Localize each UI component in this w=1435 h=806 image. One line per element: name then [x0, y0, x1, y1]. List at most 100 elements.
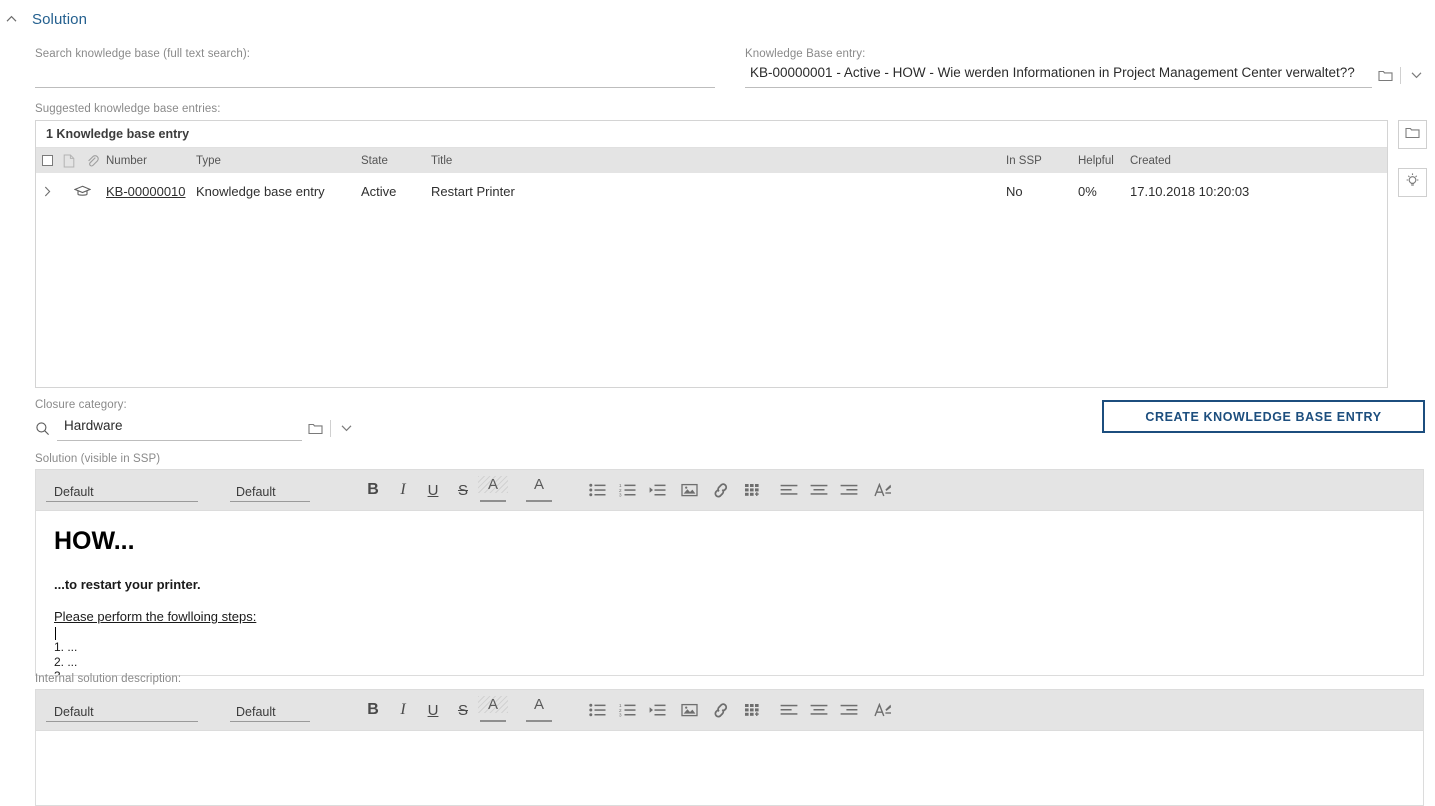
paperclip-icon — [79, 154, 106, 168]
search-knowledge-base-label: Search knowledge base (full text search)… — [35, 48, 251, 60]
strikethrough-button[interactable]: S — [448, 475, 478, 505]
column-header-in-ssp[interactable]: In SSP — [1006, 155, 1078, 167]
insert-link-button[interactable] — [706, 695, 736, 725]
text-cursor — [55, 627, 56, 640]
svg-text:3: 3 — [619, 493, 622, 497]
divider — [1400, 67, 1401, 84]
page-title: Solution — [32, 10, 88, 28]
column-header-type[interactable]: Type — [196, 155, 361, 167]
section-header: Solution — [0, 8, 87, 30]
solution-list-item: 3. ... — [54, 669, 78, 676]
folder-icon[interactable] — [1372, 62, 1398, 88]
indent-button[interactable] — [642, 695, 672, 725]
closure-category-label: Closure category: — [35, 399, 127, 411]
folder-icon[interactable] — [302, 415, 328, 441]
internal-description-toolbar: Default Default B I U S A A 1 2 3 — [35, 689, 1424, 730]
font-color-button[interactable]: A — [524, 475, 554, 505]
bold-button[interactable]: B — [358, 475, 388, 505]
select-all-checkbox[interactable] — [36, 155, 59, 166]
column-header-number[interactable]: Number — [106, 155, 196, 167]
clear-format-button[interactable] — [868, 695, 898, 725]
numbered-list-button[interactable]: 1 2 3 — [612, 695, 642, 725]
underline-button[interactable]: U — [418, 695, 448, 725]
table-header-row: Number Type State Title In SSP Helpful C… — [36, 148, 1387, 173]
clear-format-button[interactable] — [868, 475, 898, 505]
strikethrough-button[interactable]: S — [448, 695, 478, 725]
open-folder-button[interactable] — [1398, 120, 1427, 149]
solution-paragraph: ...to restart your printer. — [54, 577, 201, 592]
highlight-color-button[interactable]: A — [478, 475, 508, 505]
search-knowledge-base-input[interactable] — [35, 60, 715, 88]
internal-description-content[interactable] — [35, 730, 1424, 806]
insert-image-button[interactable] — [674, 695, 704, 725]
chevron-up-icon[interactable] — [0, 8, 22, 30]
cell-type: Knowledge base entry — [196, 183, 325, 199]
font-family-select[interactable]: Default — [46, 479, 198, 502]
bullet-list-button[interactable] — [582, 475, 612, 505]
folder-icon — [1405, 125, 1420, 144]
chevron-right-icon[interactable] — [36, 186, 59, 197]
suggestion-button[interactable] — [1398, 168, 1427, 197]
bullet-list-button[interactable] — [582, 695, 612, 725]
suggested-entries-table: 1 Knowledge base entry Number Type State… — [35, 120, 1388, 388]
solution-list-item: 1. ... — [54, 640, 78, 654]
solution-editor-label: Solution (visible in SSP) — [35, 453, 161, 465]
cell-state: Active — [361, 183, 397, 199]
create-knowledge-base-entry-button[interactable]: CREATE KNOWLEDGE BASE ENTRY — [1102, 400, 1425, 433]
align-center-button[interactable] — [804, 695, 834, 725]
divider — [330, 420, 331, 437]
graduation-cap-icon — [59, 185, 106, 198]
align-right-button[interactable] — [834, 695, 864, 725]
column-header-state[interactable]: State — [361, 155, 431, 167]
font-color-button[interactable]: A — [524, 695, 554, 725]
cell-title: Restart Printer — [431, 183, 515, 199]
svg-text:3: 3 — [619, 713, 622, 717]
knowledge-base-entry-input[interactable] — [745, 60, 1372, 88]
align-center-button[interactable] — [804, 475, 834, 505]
font-family-select[interactable]: Default — [46, 699, 198, 722]
bold-button[interactable]: B — [358, 695, 388, 725]
closure-category-input[interactable] — [57, 413, 302, 441]
italic-button[interactable]: I — [388, 475, 418, 505]
align-left-button[interactable] — [774, 475, 804, 505]
table-row[interactable]: KB-00000010 Knowledge base entry Active … — [36, 173, 1387, 209]
solution-panel: Solution Search knowledge base (full tex… — [0, 0, 1435, 806]
column-header-helpful[interactable]: Helpful — [1078, 155, 1130, 167]
column-header-title[interactable]: Title — [431, 155, 1006, 167]
solution-heading: HOW... — [54, 527, 135, 555]
solution-steps-intro: Please perform the fowlloing steps: — [54, 609, 257, 624]
insert-link-button[interactable] — [706, 475, 736, 505]
numbered-list-button[interactable]: 1 2 3 — [612, 475, 642, 505]
magnifier-icon — [35, 415, 57, 441]
chevron-down-icon[interactable] — [333, 415, 359, 441]
align-right-button[interactable] — [834, 475, 864, 505]
internal-description-editor: Default Default B I U S A A 1 2 3 — [35, 689, 1424, 806]
knowledge-base-entry-group: Knowledge Base entry: — [745, 48, 1435, 88]
italic-button[interactable]: I — [388, 695, 418, 725]
highlight-color-button[interactable]: A — [478, 695, 508, 725]
font-size-select[interactable]: Default — [230, 699, 310, 722]
search-knowledge-base-group: Search knowledge base (full text search)… — [35, 48, 715, 88]
cell-created: 17.10.2018 10:20:03 — [1130, 183, 1250, 199]
solution-editor-toolbar: Default Default B I U S A A 1 2 3 — [35, 469, 1424, 510]
solution-editor: Default Default B I U S A A 1 2 3 HOW...… — [35, 469, 1424, 676]
closure-category-group: Closure category: — [35, 399, 385, 441]
font-size-select[interactable]: Default — [230, 479, 310, 502]
solution-list-item: 2. ... — [54, 654, 78, 669]
indent-button[interactable] — [642, 475, 672, 505]
column-header-created[interactable]: Created — [1130, 155, 1350, 167]
document-icon — [59, 154, 79, 168]
chevron-down-icon[interactable] — [1403, 62, 1429, 88]
cell-number[interactable]: KB-00000010 — [106, 184, 186, 199]
lightbulb-icon — [1404, 172, 1421, 194]
cell-helpful: 0% — [1078, 183, 1097, 199]
table-count-title: 1 Knowledge base entry — [36, 121, 1387, 148]
internal-description-label: Internal solution description: — [35, 673, 182, 685]
underline-button[interactable]: U — [418, 475, 448, 505]
align-left-button[interactable] — [774, 695, 804, 725]
solution-editor-content[interactable]: HOW... ...to restart your printer. Pleas… — [35, 510, 1424, 676]
insert-table-button[interactable] — [738, 475, 768, 505]
insert-table-button[interactable] — [738, 695, 768, 725]
insert-image-button[interactable] — [674, 475, 704, 505]
suggested-entries-label: Suggested knowledge base entries: — [35, 103, 221, 115]
